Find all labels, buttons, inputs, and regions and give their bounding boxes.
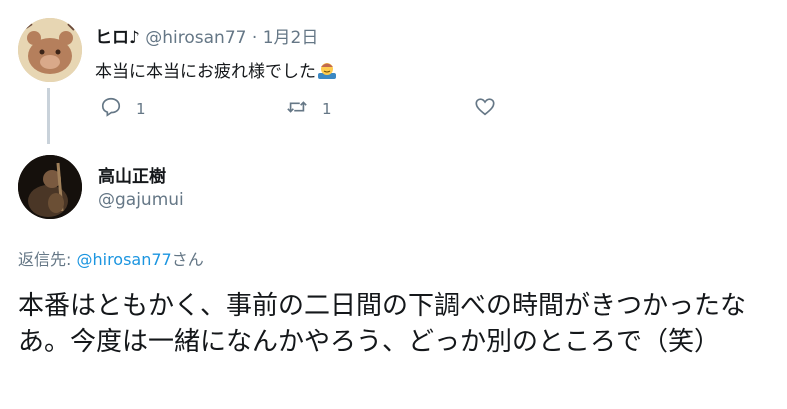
tweet-header: ヒロ♪ @hirosan77 · 1月2日 xyxy=(95,23,318,48)
reply-mention-link[interactable]: @hirosan77 xyxy=(76,250,171,269)
display-name[interactable]: 高山正樹 xyxy=(98,162,166,187)
reply-count: 1 xyxy=(136,100,146,118)
user-handle[interactable]: @hirosan77 xyxy=(145,28,246,48)
heart-icon xyxy=(474,96,496,122)
retweet-count: 1 xyxy=(322,100,332,118)
replying-to: 返信先: @hirosan77さん xyxy=(18,246,204,270)
reply-prefix: 返信先: xyxy=(18,250,77,269)
display-name[interactable]: ヒロ♪ xyxy=(95,28,140,48)
tweet-text: 本番はともかく、事前の二日間の下調べの時間がきつかったなあ。今度は一緒になんかや… xyxy=(18,291,747,357)
avatar-gajumui[interactable] xyxy=(18,155,82,219)
user-handle[interactable]: @gajumui xyxy=(98,190,184,210)
retweet-button[interactable]: 1 xyxy=(286,96,332,122)
separator-dot: · xyxy=(251,28,258,48)
tweet-actions: 1 1 xyxy=(100,96,520,124)
retweet-icon xyxy=(286,96,308,122)
avatar-hiro[interactable] xyxy=(18,18,82,82)
reply-suffix: さん xyxy=(171,250,204,269)
tweet-text: 本当に本当にお疲れ様でした xyxy=(95,57,338,82)
thread-line xyxy=(47,88,50,144)
bowing-person-emoji xyxy=(316,60,338,80)
tweet-text-content: 本当に本当にお疲れ様でした xyxy=(95,62,316,82)
reply-icon xyxy=(100,96,122,122)
like-button[interactable] xyxy=(474,96,496,122)
reply-button[interactable]: 1 xyxy=(100,96,146,122)
tweet-date[interactable]: 1月2日 xyxy=(263,28,319,48)
